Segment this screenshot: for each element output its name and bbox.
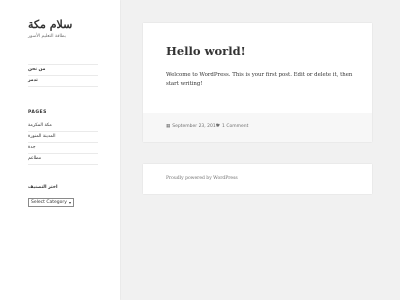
divider [28,164,98,165]
site-footer: Proudly powered by WordPress [143,164,372,194]
page-link-madinah[interactable]: المدينة المنورة [28,134,55,139]
category-select[interactable]: Select Category ▾ [28,198,74,207]
menu-item-tadmur[interactable]: تدمر [28,78,38,83]
sidebar: سلام مكة بطاقة التعليم الأسور من نحن تدم… [0,0,120,300]
calendar-icon: ▦ [166,124,171,129]
pages-widget-title: PAGES [28,110,47,115]
divider [28,75,98,76]
category-select-value: Select Category [31,200,67,205]
chevron-down-icon: ▾ [68,200,71,205]
divider [28,64,98,65]
footer-credit[interactable]: Proudly powered by WordPress [166,176,238,181]
categories-widget-title: اختر التصنيف [28,185,58,190]
divider [28,131,98,132]
comment-icon: ♥ [216,124,221,129]
divider [28,86,98,87]
page-link-makkah[interactable]: مكة المكرمة [28,123,52,128]
divider [28,142,98,143]
post-date-text: September 23, 2019 [172,124,219,129]
post-body: Welcome to WordPress. This is your first… [166,72,353,87]
site-description: بطاقة التعليم الأسور [28,34,66,39]
post-title[interactable]: Hello world! [166,44,246,58]
page-link-restaurants[interactable]: مطاعم [28,156,41,161]
menu-item-about[interactable]: من نحن [28,67,45,72]
site-title[interactable]: سلام مكة [28,18,72,31]
post-card: Hello world! Welcome to WordPress. This … [143,23,372,142]
post-date[interactable]: ▦ September 23, 2019 [166,124,219,129]
post-comments-text: 1 Comment [222,124,249,129]
divider [28,153,98,154]
page-link-jeddah[interactable]: جدة [28,145,36,150]
post-comments-link[interactable]: ♥ 1 Comment [216,124,248,129]
